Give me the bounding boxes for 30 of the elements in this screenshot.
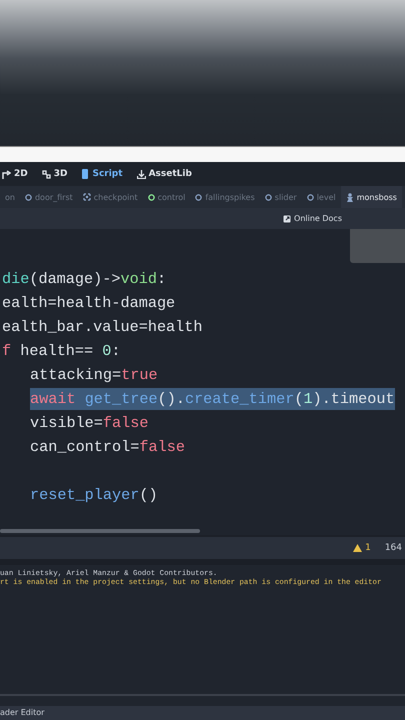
minimap-panel <box>350 229 405 263</box>
code-line: f health== 0: <box>2 341 121 362</box>
circle-icon <box>195 194 202 200</box>
workspace-button[interactable]: 2D <box>0 169 30 179</box>
code-line: die(damage)->void: <box>2 269 166 290</box>
code-line: visible=false <box>30 413 148 434</box>
crosshair-icon <box>82 193 91 201</box>
scene-tab[interactable]: monsboss <box>340 186 402 208</box>
workspace-button[interactable]: Script <box>79 169 125 179</box>
warning-number: 1 <box>365 543 371 553</box>
warning-count[interactable]: 1 <box>353 543 371 553</box>
workspace-button[interactable]: AssetLib <box>134 169 194 179</box>
code-line: ealth=health-damage <box>2 293 176 314</box>
download-icon <box>136 170 146 178</box>
shader-editor-tab[interactable]: ader Editor <box>0 708 44 718</box>
circle-icon <box>148 194 155 200</box>
code-line: can_control=false <box>30 437 185 458</box>
figure-icon <box>346 192 354 202</box>
workspace-button[interactable]: 3D <box>40 169 70 179</box>
warning-icon <box>353 544 362 552</box>
online-docs-button[interactable]: Online Docs <box>277 213 348 224</box>
scrollbar[interactable] <box>0 529 200 533</box>
circle-icon <box>306 194 314 200</box>
circle-icon <box>264 194 272 200</box>
code-line: attacking=true <box>30 365 158 386</box>
cursor-position: 164 <box>384 543 402 553</box>
circle-icon <box>24 194 32 200</box>
code-line: reset_player() <box>30 485 158 506</box>
external-link-icon <box>283 214 292 222</box>
code-line: ealth_bar.value=health <box>2 317 203 338</box>
